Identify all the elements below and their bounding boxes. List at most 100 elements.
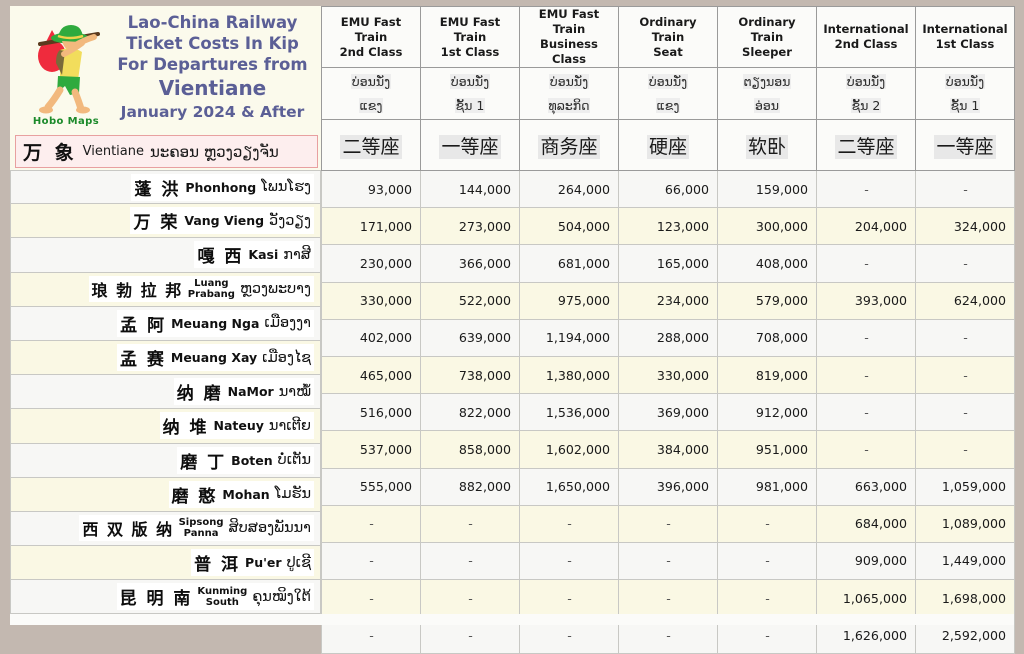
column-header-lao-line2-5: ຊັ້ນ 2 (850, 97, 882, 113)
hobo-with-bindle-icon: Hobo Maps (16, 12, 112, 130)
station-row: 普 洱 Pu'er ປູເຊີ (10, 546, 321, 581)
station-row: 孟 阿 Meuang Nga ເມືອງງາ (10, 306, 321, 341)
page-title: Lao-China Railway Ticket Costs In Kip Fo… (106, 12, 319, 123)
fare-cell-r1-c6: 324,000 (915, 207, 1015, 246)
fare-cell-r4-c5: - (816, 318, 916, 357)
station-lao: ເມືອງໄຊ (262, 349, 311, 366)
column-header-en-line2-0: 2nd Class (339, 44, 403, 59)
fare-cell-r5-c2: 1,380,000 (519, 355, 619, 395)
column-header-en-1: EMU Fast Train 1st Class (420, 6, 520, 68)
station-name-chip: 磨 憨 Mohan ໂມຮັນ (168, 480, 314, 508)
station-english: Luang Prabang (187, 278, 235, 301)
fare-cell-r7-c4: 951,000 (717, 430, 817, 469)
station-chinese: 昆 明 南 (119, 589, 193, 610)
fare-cell-r0-c0: 93,000 (321, 169, 421, 209)
table-row: 230,000 366,000 681,000 165,000 408,000- - (321, 244, 1015, 283)
fare-cell-r10-c2: - (519, 541, 619, 581)
fare-cell-r4-c1: 639,000 (420, 318, 520, 357)
station-name-column: 蓬 洪 Phonhong ໂພນໂຮງ万 荣 Vang Vieng ວັງວຽງ嘎 西K… (10, 170, 321, 615)
station-row: 磨 丁 Boten ບໍ່ເຕັນ (10, 443, 321, 478)
fare-cell-r5-c3: 330,000 (618, 355, 718, 395)
station-lao: ກາສີ (283, 246, 311, 263)
poster-inner: Hobo Maps Lao-China Railway Ticket Costs… (10, 6, 1015, 654)
fare-cell-r6-c4: 912,000 (717, 393, 817, 432)
column-header-cn-3: 硬座 (618, 119, 718, 171)
table-row: - - - - -909,000 1,449,000 (321, 541, 1015, 581)
station-row: 孟 赛 Meuang Xay ເມືອງໄຊ (10, 340, 321, 376)
station-chinese: 嘎 西 (197, 247, 244, 268)
logo-caption: Hobo Maps (32, 116, 100, 127)
fare-cell-r6-c0: 516,000 (321, 393, 421, 432)
fare-table-body: 93,000 144,000 264,000 66,000 159,000- -171,0… (321, 169, 1015, 654)
fare-cell-r10-c6: 1,449,000 (915, 541, 1015, 581)
station-row: 琅 勃 拉 邦 Luang Prabang ຫຼວງພະບາງ (10, 272, 321, 307)
fare-cell-r7-c3: 384,000 (618, 430, 718, 469)
column-header-lao-5: ບ່ອນນັ່ງ ຊັ້ນ 2 (816, 67, 916, 120)
station-lao: ນາໝໍ້ (278, 383, 311, 400)
column-header-lao-4: ຕຽງນອນ ອ່ອນ (717, 67, 817, 120)
fare-cell-r5-c4: 819,000 (717, 355, 817, 395)
origin-english: Vientiane (82, 144, 144, 159)
fare-cell-r3-c6: 624,000 (915, 281, 1015, 320)
fare-cell-r0-c5: - (816, 169, 916, 209)
poster-page: Hobo Maps Lao-China Railway Ticket Costs… (0, 0, 1024, 654)
station-name-chip: 琅 勃 拉 邦 Luang Prabang ຫຼວງພະບາງ (88, 276, 314, 303)
column-header-en-6: International 1st Class (915, 6, 1015, 68)
station-chinese: 蓬 洪 (134, 179, 181, 200)
fare-cell-r9-c0: - (321, 504, 421, 543)
column-header-lao-3: ບ່ອນນັ່ງ ແຂງ (618, 67, 718, 120)
fare-cell-r11-c3: - (618, 579, 718, 618)
column-header-lao-0: ບ່ອນນັ່ງ ແຂງ (321, 67, 421, 120)
column-header-lao-line2-4: ອ່ອນ (753, 97, 781, 113)
table-header-chinese: 二等座 一等座 商务座 硬座 软卧 二等座 一等座 (321, 119, 1015, 171)
table-row: 402,000 639,000 1,194,000 288,000 708,000- - (321, 318, 1015, 357)
fare-cell-r9-c2: - (519, 504, 619, 543)
fare-cell-r11-c1: - (420, 579, 520, 618)
fare-cell-r3-c3: 234,000 (618, 281, 718, 320)
fare-cell-r4-c6: - (915, 318, 1015, 357)
fare-cell-r10-c3: - (618, 541, 718, 581)
station-lao: ຄຸນໝິງໃຕ້ (252, 588, 311, 605)
column-header-cn-4: 软卧 (717, 119, 817, 171)
station-lao: ວັງວຽງ (269, 212, 311, 229)
fare-cell-r0-c2: 264,000 (519, 169, 619, 209)
fare-cell-r11-c5: 1,065,000 (816, 579, 916, 618)
column-header-en-line1-4: Ordinary Train (738, 14, 796, 44)
station-english: Kunming South (197, 585, 248, 608)
station-english: Kasi (248, 247, 279, 263)
fare-cell-r4-c3: 288,000 (618, 318, 718, 357)
column-header-cn-6: 一等座 (915, 119, 1015, 171)
table-header-lao: ບ່ອນນັ່ງ ແຂງ ບ່ອນນັ່ງ ຊັ້ນ 1 ບ່ອນນັ່ງ ທຸລະກິດ… (321, 67, 1015, 120)
column-header-lao-line1-2: ບ່ອນນັ່ງ (548, 73, 590, 89)
column-header-en-line2-6: 1st Class (935, 37, 995, 51)
fare-cell-r3-c1: 522,000 (420, 281, 520, 320)
station-name-chip: 昆 明 南 Kunming South ຄຸນໝິງໃຕ້ (116, 583, 314, 611)
fare-cell-r2-c6: - (915, 244, 1015, 283)
column-header-lao-2: ບ່ອນນັ່ງ ທຸລະກິດ (519, 67, 619, 120)
origin-station-banner: 万 象 Vientiane ນະຄອນ ຫຼວງວຽງຈັນ (15, 135, 318, 168)
station-chinese: 西 双 版 纳 (82, 520, 174, 540)
table-row: - - - - -684,000 1,089,000 (321, 504, 1015, 543)
fare-cell-r8-c3: 396,000 (618, 467, 718, 506)
station-english: Vang Vieng (184, 213, 265, 229)
fare-cell-r7-c1: 858,000 (420, 430, 520, 469)
station-english: Mohan (222, 486, 270, 502)
station-lao: ສິບສອງພັນນາ (228, 520, 312, 537)
column-header-en-line2-5: 2nd Class (834, 37, 898, 51)
station-row: 纳 堆 Nateuy ນາເຕີຍ (10, 409, 321, 444)
fare-cell-r4-c0: 402,000 (321, 318, 421, 357)
station-lao: ບໍ່ເຕັນ (277, 452, 311, 469)
fare-cell-r7-c2: 1,602,000 (519, 430, 619, 469)
column-header-en-line1-1: EMU Fast Train (439, 14, 501, 44)
fare-cell-r2-c5: - (816, 244, 916, 283)
fare-cell-r7-c5: - (816, 430, 916, 469)
station-english: Meuang Nga (171, 315, 260, 331)
table-row: 330,000 522,000 975,000 234,000 579,000 393,0… (321, 281, 1015, 320)
fare-cell-r10-c1: - (420, 541, 520, 581)
fare-cell-r10-c0: - (321, 541, 421, 581)
station-chinese: 磨 憨 (171, 486, 218, 507)
column-header-en-line2-3: Seat (653, 44, 683, 59)
fare-cell-r5-c0: 465,000 (321, 355, 421, 395)
station-name-chip: 普 洱 Pu'er ປູເຊີ (191, 549, 314, 577)
fare-table: EMU Fast Train 2nd Class EMU Fast Train 1st… (321, 6, 1015, 654)
